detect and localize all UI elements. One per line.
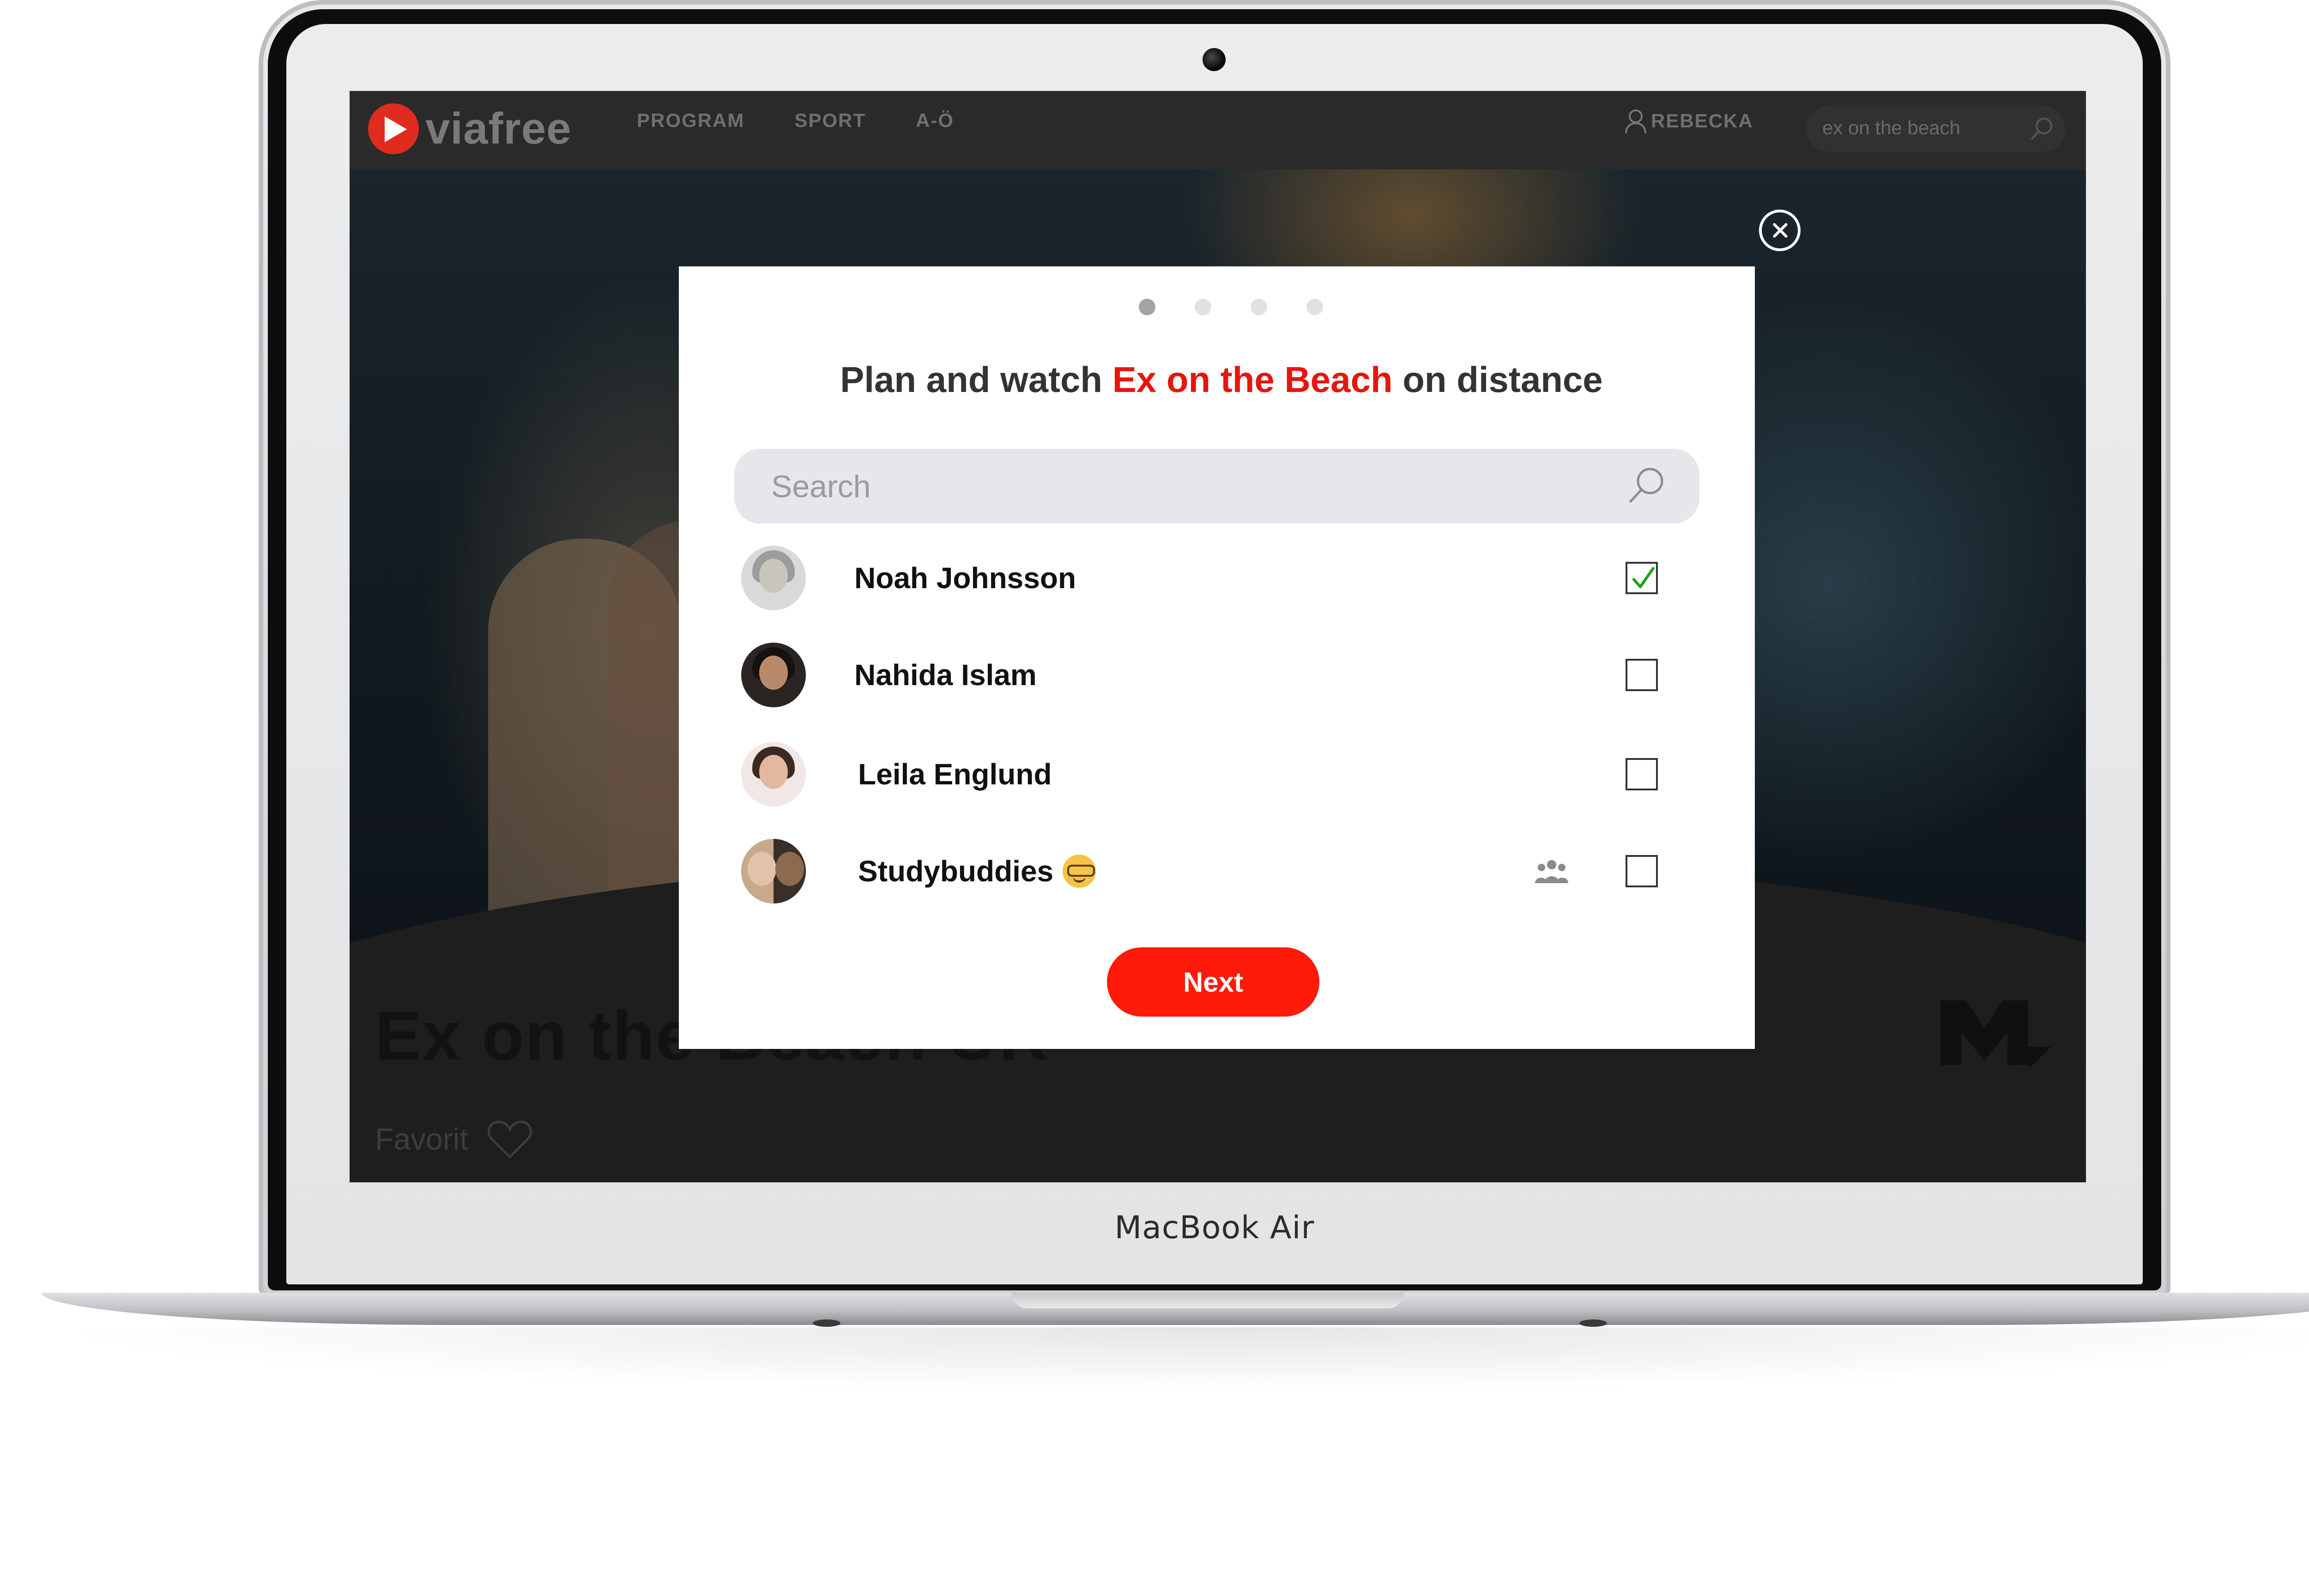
avatar	[741, 546, 806, 610]
avatar	[741, 643, 806, 707]
invite-modal: Plan and watch Ex on the Beach on distan…	[679, 266, 1755, 1049]
nav-a-o[interactable]: A-Ö	[916, 109, 954, 132]
group-avatar	[741, 839, 806, 903]
step-dot	[1306, 299, 1323, 315]
contact-row[interactable]: Studybuddies	[679, 832, 1755, 910]
contact-checkbox[interactable]	[1626, 659, 1658, 691]
contact-row[interactable]: Noah Johnsson	[679, 539, 1755, 617]
search-icon[interactable]	[1623, 463, 1669, 509]
laptop-foot	[1579, 1319, 1607, 1327]
top-navigation: viafree PROGRAM SPORT A-Ö REBECKA	[350, 91, 2086, 169]
contact-checkbox-checked[interactable]	[1626, 562, 1658, 594]
avatar-face	[759, 755, 788, 789]
play-logo-icon	[368, 103, 419, 154]
laptop-hinge-notch	[1011, 1293, 1404, 1308]
title-show-name: Ex on the Beach	[1112, 359, 1393, 400]
contact-checkbox[interactable]	[1626, 758, 1658, 790]
nav-program[interactable]: PROGRAM	[637, 109, 744, 132]
laptop-shadow	[42, 1327, 2309, 1392]
user-icon	[1624, 109, 1646, 133]
group-icon	[1535, 860, 1568, 883]
user-account[interactable]: REBECKA	[1624, 109, 1753, 133]
nav-sport[interactable]: SPORT	[794, 109, 866, 132]
next-button[interactable]: Next	[1107, 947, 1319, 1017]
contact-name: Nahida Islam	[854, 658, 1037, 692]
laptop-brand-label: MacBook Air	[1114, 1210, 1315, 1246]
checkmark-icon	[1632, 567, 1655, 588]
contact-search	[734, 449, 1699, 524]
camera-icon	[1203, 48, 1226, 71]
step-dot-active	[1138, 299, 1155, 315]
avatar-face	[759, 559, 788, 593]
title-suffix: on distance	[1392, 359, 1603, 400]
modal-title: Plan and watch Ex on the Beach on distan…	[679, 359, 1755, 401]
search-icon[interactable]	[2028, 115, 2056, 143]
contact-search-input[interactable]	[771, 468, 1602, 505]
nerd-face-icon	[1063, 855, 1096, 888]
group-name: Studybuddies	[858, 855, 1054, 888]
avatar-face	[748, 852, 776, 886]
close-icon[interactable]	[1759, 210, 1801, 251]
contact-checkbox[interactable]	[1626, 855, 1658, 887]
site-search	[1807, 106, 2065, 152]
avatar	[741, 742, 806, 807]
step-dot	[1194, 299, 1211, 315]
logo-text: viafree	[425, 104, 572, 153]
avatar-face	[775, 852, 804, 886]
contact-name: Noah Johnsson	[854, 561, 1076, 595]
contact-name: Leila Englund	[858, 758, 1052, 791]
viafree-logo[interactable]: viafree	[368, 101, 572, 157]
step-indicator	[679, 299, 1755, 315]
contact-row[interactable]: Nahida Islam	[679, 636, 1755, 714]
laptop-foot	[813, 1319, 840, 1327]
user-name: REBECKA	[1651, 110, 1753, 132]
contact-row[interactable]: Leila Englund	[679, 735, 1755, 813]
title-prefix: Plan and watch	[840, 359, 1112, 400]
contact-name: Studybuddies	[858, 854, 1096, 888]
avatar-face	[759, 656, 788, 690]
step-dot	[1250, 299, 1267, 315]
site-search-input[interactable]	[1822, 117, 2016, 139]
screen: Ex on the Beach UK Favorit viafree PROGR…	[350, 91, 2086, 1182]
nav-links: PROGRAM SPORT A-Ö	[637, 109, 954, 132]
